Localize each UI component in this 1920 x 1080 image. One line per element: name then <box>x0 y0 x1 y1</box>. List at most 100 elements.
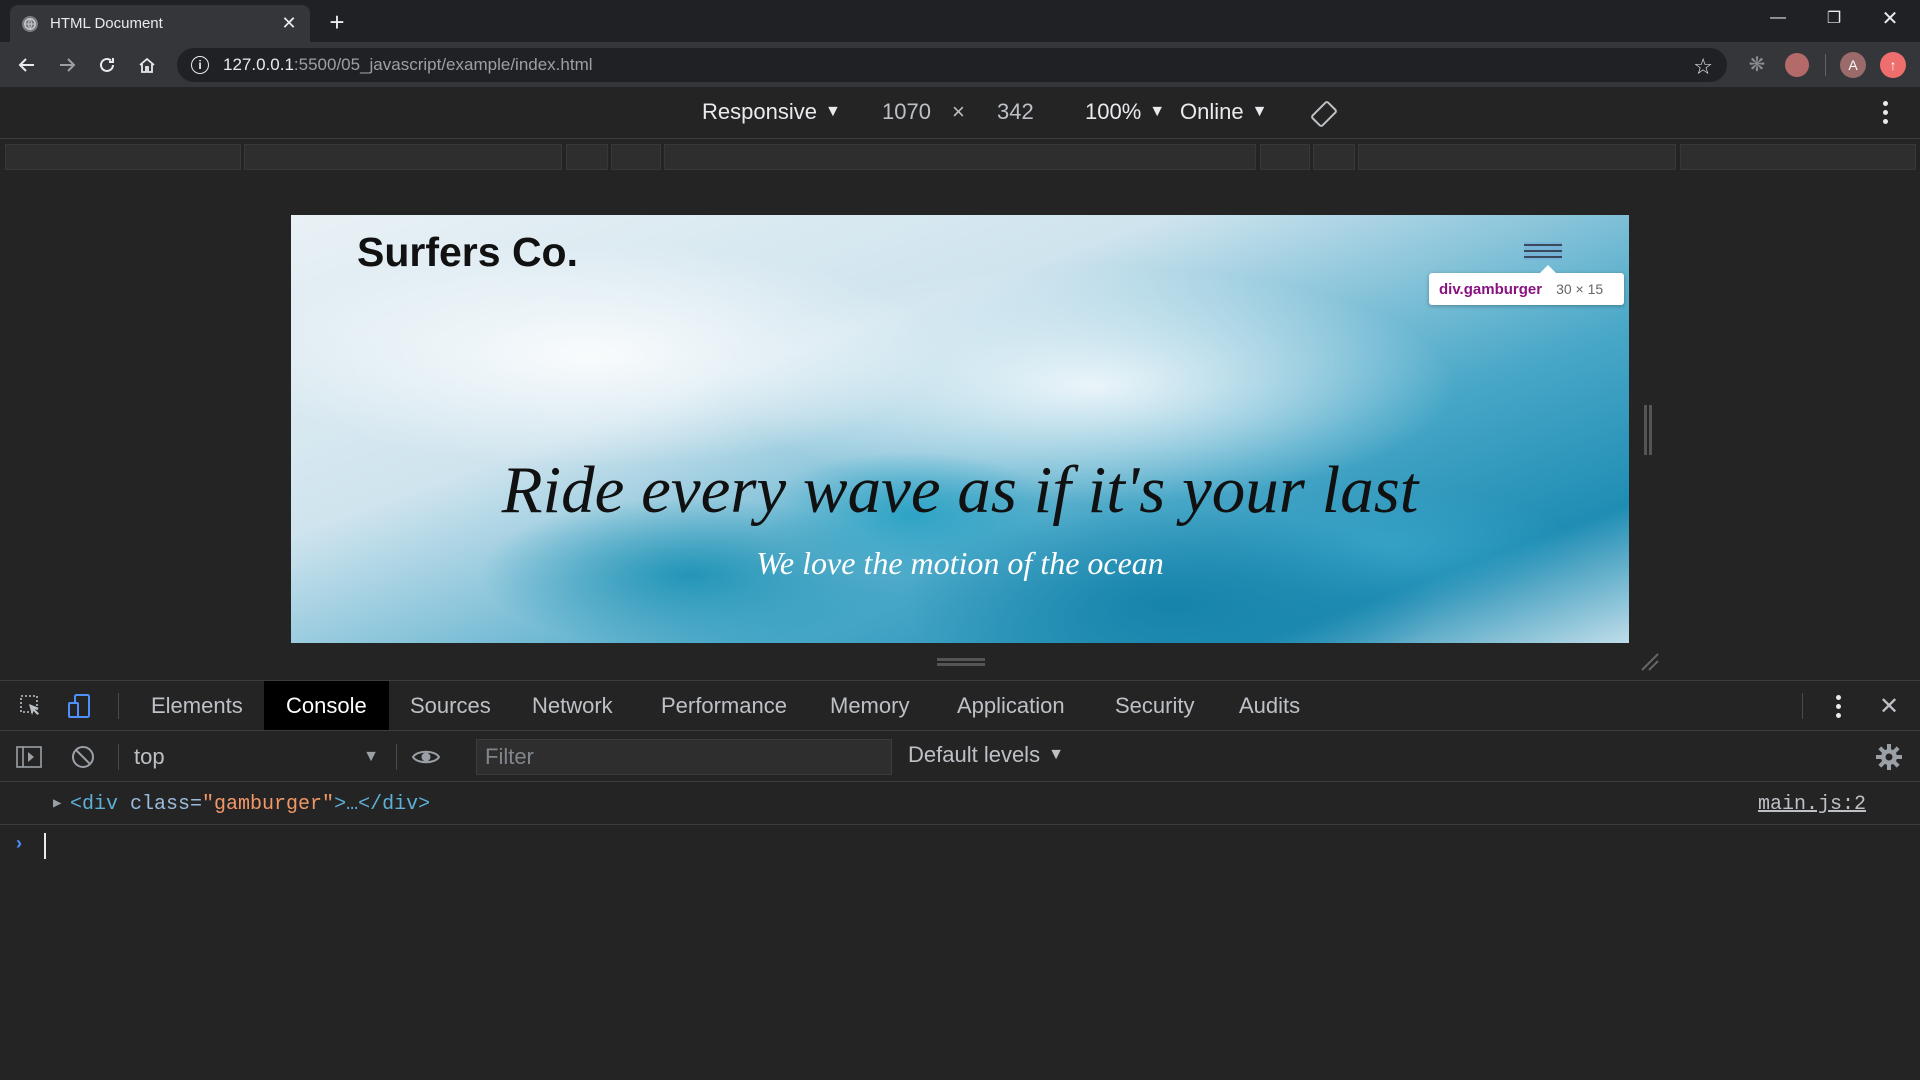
browser-titlebar: HTML Document ✕ + — ❐ ✕ <box>0 0 1920 42</box>
console-toolbar: top ▼ Default levels ▼ <box>0 732 1920 782</box>
context-select[interactable]: top ▼ <box>134 742 379 772</box>
console-filter-input[interactable] <box>476 739 892 775</box>
context-label: top <box>134 744 165 769</box>
toolbar-divider <box>118 744 119 770</box>
update-icon[interactable]: ↑ <box>1880 52 1906 78</box>
browser-tab[interactable]: HTML Document ✕ <box>10 5 310 42</box>
emulated-page: Surfers Co. div.gamburger 30 × 15 Ride e… <box>291 215 1629 643</box>
log-attr-value: "gamburger" <box>202 793 335 816</box>
home-icon[interactable] <box>132 50 162 80</box>
corner-resize-handle[interactable] <box>1638 650 1660 672</box>
media-query-segment[interactable] <box>244 144 562 170</box>
media-query-segment[interactable] <box>5 144 241 170</box>
media-query-segment[interactable] <box>1260 144 1310 170</box>
restore-icon[interactable]: ❐ <box>1806 0 1862 36</box>
address-bar[interactable]: i 127.0.0.1:5500/05_javascript/example/i… <box>177 48 1727 82</box>
caret-down-icon: ▼ <box>1251 103 1268 120</box>
back-icon[interactable] <box>12 50 42 80</box>
console-prompt-icon: › <box>16 833 22 853</box>
globe-icon <box>22 15 38 32</box>
new-tab-button[interactable]: + <box>323 7 351 37</box>
tab-application[interactable]: Application <box>935 681 1087 730</box>
caret-down-icon: ▼ <box>824 103 841 120</box>
media-query-segment[interactable] <box>1313 144 1355 170</box>
device-toolbar-toggle-icon[interactable] <box>64 691 94 721</box>
device-toolbar: Responsive ▼ 1070 × 342 100% ▼ Online ▼ <box>0 87 1920 139</box>
forward-icon[interactable] <box>52 50 82 80</box>
minimize-icon[interactable]: — <box>1750 0 1806 36</box>
devtools-more-icon[interactable] <box>1835 695 1841 718</box>
media-query-segment[interactable] <box>664 144 1256 170</box>
tooltip-selector: div.gamburger <box>1439 280 1543 298</box>
log-tag-rest: >…</div> <box>334 793 431 816</box>
media-query-bar <box>0 140 1920 174</box>
hero-title: Ride every wave as if it's your last <box>501 453 1419 527</box>
tab-security[interactable]: Security <box>1093 681 1216 730</box>
media-query-segment[interactable] <box>1358 144 1676 170</box>
width-resize-handle[interactable] <box>1644 405 1652 455</box>
url-path: :5500/05_javascript/example/index.html <box>293 55 593 74</box>
tab-title: HTML Document <box>50 15 163 32</box>
log-source-link[interactable]: main.js:2 <box>1758 793 1866 816</box>
site-logo[interactable]: Surfers Co. <box>357 229 578 276</box>
log-element-preview[interactable]: <div class="gamburger">…</div> <box>70 793 430 816</box>
browser-toolbar: i 127.0.0.1:5500/05_javascript/example/i… <box>0 42 1920 87</box>
caret-down-icon: ▼ <box>363 748 379 765</box>
viewport-width-input[interactable]: 1070 <box>882 99 931 125</box>
device-label: Responsive <box>702 99 817 124</box>
tab-network[interactable]: Network <box>510 681 635 730</box>
tab-performance[interactable]: Performance <box>639 681 809 730</box>
log-levels-select[interactable]: Default levels ▼ <box>908 742 1064 768</box>
expand-triangle-icon[interactable]: ▶ <box>53 795 61 812</box>
media-query-segment[interactable] <box>1680 144 1916 170</box>
tab-divider <box>118 693 119 719</box>
tab-console[interactable]: Console <box>264 681 389 730</box>
devtools-panel: Elements Console Sources Network Perform… <box>0 680 1920 1080</box>
hamburger-menu-icon[interactable] <box>1524 242 1562 260</box>
close-tab-icon[interactable]: ✕ <box>280 13 298 33</box>
tab-sources[interactable]: Sources <box>388 681 513 730</box>
device-select[interactable]: Responsive ▼ <box>702 99 841 125</box>
dimension-separator: × <box>952 99 965 124</box>
caret-down-icon: ▼ <box>1048 746 1064 763</box>
tab-memory[interactable]: Memory <box>808 681 931 730</box>
throttling-select[interactable]: Online ▼ <box>1180 99 1267 125</box>
throttling-label: Online <box>1180 99 1244 124</box>
clear-console-icon[interactable] <box>68 742 98 772</box>
log-attr-name: class= <box>118 793 203 816</box>
close-devtools-icon[interactable]: ✕ <box>1874 691 1904 721</box>
media-query-segment[interactable] <box>566 144 608 170</box>
rotate-icon[interactable] <box>1310 100 1338 128</box>
reload-icon[interactable] <box>92 50 122 80</box>
console-input-cursor[interactable] <box>44 833 46 859</box>
site-info-icon[interactable]: i <box>191 56 209 74</box>
close-window-icon[interactable]: ✕ <box>1862 0 1918 36</box>
caret-down-icon: ▼ <box>1149 103 1166 120</box>
inspect-element-icon[interactable] <box>16 691 46 721</box>
zoom-label: 100% <box>1085 99 1142 124</box>
tab-audits[interactable]: Audits <box>1217 681 1322 730</box>
hero-subtitle: We love the motion of the ocean <box>756 545 1164 581</box>
bookmark-star-icon[interactable]: ☆ <box>1693 54 1713 80</box>
profile-avatar[interactable]: A <box>1840 52 1866 78</box>
toolbar-divider <box>1825 54 1826 76</box>
device-more-icon[interactable] <box>1882 101 1888 124</box>
console-log-row[interactable]: ▶ <div class="gamburger">…</div> main.js… <box>0 783 1920 825</box>
sidebar-toggle-icon[interactable] <box>14 742 44 772</box>
media-query-segment[interactable] <box>611 144 661 170</box>
devtools-tabbar: Elements Console Sources Network Perform… <box>0 681 1920 731</box>
inspect-tooltip: div.gamburger 30 × 15 <box>1429 265 1624 305</box>
extension-icon[interactable] <box>1785 53 1809 77</box>
console-settings-gear-icon[interactable] <box>1874 742 1904 772</box>
zoom-select[interactable]: 100% ▼ <box>1085 99 1165 125</box>
height-resize-handle[interactable] <box>937 658 985 666</box>
levels-label: Default levels <box>908 742 1041 767</box>
viewport-height-input[interactable]: 342 <box>997 99 1034 125</box>
toolbar-divider <box>396 744 397 770</box>
tooltip-size: 30 × 15 <box>1556 281 1604 297</box>
extension-paw-icon[interactable]: ❋ <box>1745 53 1769 77</box>
log-tag-open: <div <box>70 793 119 816</box>
url-host: 127.0.0.1 <box>223 55 294 74</box>
tab-elements[interactable]: Elements <box>129 681 265 730</box>
live-expression-eye-icon[interactable] <box>411 742 441 772</box>
